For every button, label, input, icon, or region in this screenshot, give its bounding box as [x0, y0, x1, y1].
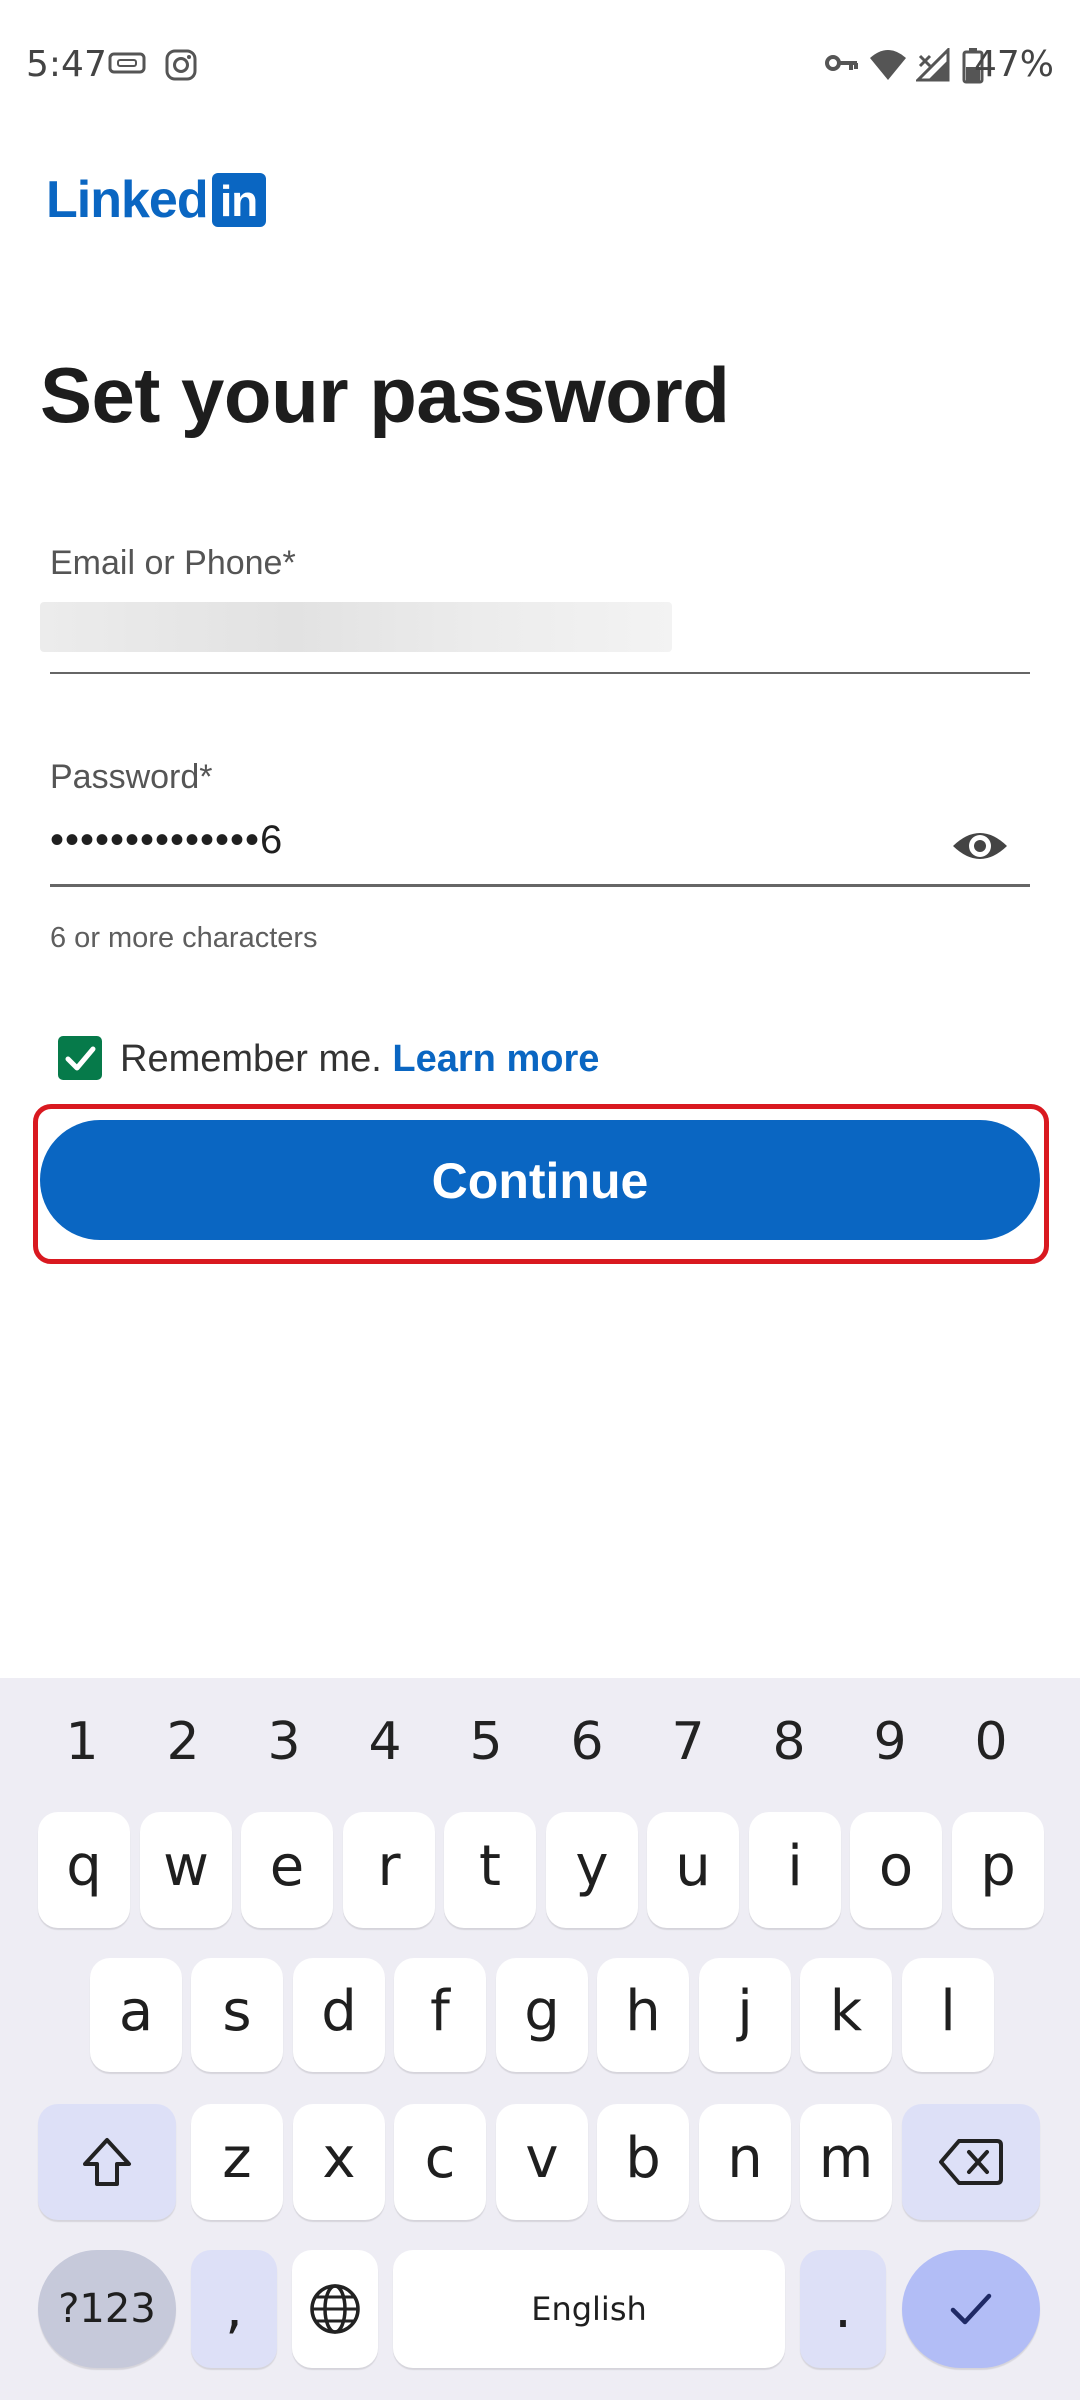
- email-label: Email or Phone*: [50, 544, 296, 582]
- key-b[interactable]: b: [597, 2104, 689, 2220]
- key-o[interactable]: o: [850, 1812, 942, 1928]
- email-underline: [50, 672, 1030, 674]
- key-r[interactable]: r: [343, 1812, 435, 1928]
- key-0[interactable]: 0: [951, 1712, 1031, 1772]
- key-v[interactable]: v: [496, 2104, 588, 2220]
- password-underline: [50, 884, 1030, 887]
- show-password-icon[interactable]: [950, 826, 1010, 871]
- symbols-key[interactable]: ?123: [38, 2250, 176, 2368]
- logo-wordmark: Linked: [46, 171, 209, 229]
- key-8[interactable]: 8: [749, 1712, 829, 1772]
- key-g[interactable]: g: [496, 1958, 588, 2072]
- remember-me-text: Remember me. Learn more: [120, 1038, 599, 1081]
- period-key[interactable]: .: [800, 2250, 886, 2368]
- key-icon: [824, 48, 860, 83]
- backspace-key[interactable]: [902, 2104, 1040, 2220]
- signal-icon: [914, 46, 950, 87]
- wifi-icon: [868, 48, 908, 87]
- enter-key[interactable]: [902, 2250, 1040, 2368]
- checkmark-icon: [950, 2293, 992, 2325]
- key-3[interactable]: 3: [244, 1712, 324, 1772]
- language-key[interactable]: [292, 2250, 378, 2368]
- key-x[interactable]: x: [293, 2104, 385, 2220]
- key-p[interactable]: p: [952, 1812, 1044, 1928]
- key-d[interactable]: d: [293, 1958, 385, 2072]
- key-y[interactable]: y: [546, 1812, 638, 1928]
- battery-percent: 47%: [973, 44, 1054, 85]
- password-field[interactable]: ••••••••••••••6: [50, 818, 283, 863]
- key-z[interactable]: z: [191, 2104, 283, 2220]
- key-h[interactable]: h: [597, 1958, 689, 2072]
- page-title: Set your password: [40, 351, 730, 439]
- backspace-icon: [939, 2139, 1003, 2185]
- continue-button[interactable]: Continue: [40, 1120, 1040, 1240]
- key-i[interactable]: i: [749, 1812, 841, 1928]
- password-helper-text: 6 or more characters: [50, 922, 318, 954]
- learn-more-link[interactable]: Learn more: [392, 1038, 599, 1080]
- key-9[interactable]: 9: [850, 1712, 930, 1772]
- key-k[interactable]: k: [800, 1958, 892, 2072]
- key-l[interactable]: l: [902, 1958, 994, 2072]
- key-4[interactable]: 4: [345, 1712, 425, 1772]
- key-f[interactable]: f: [394, 1958, 486, 2072]
- remember-me-label: Remember me.: [120, 1038, 382, 1080]
- password-label: Password*: [50, 758, 213, 796]
- remember-me-checkbox[interactable]: [58, 1036, 102, 1080]
- key-m[interactable]: m: [800, 2104, 892, 2220]
- key-7[interactable]: 7: [648, 1712, 728, 1772]
- key-n[interactable]: n: [699, 2104, 791, 2220]
- shift-icon: [83, 2138, 131, 2186]
- key-q[interactable]: q: [38, 1812, 130, 1928]
- linkedin-logo: Linked in: [46, 172, 266, 228]
- key-2[interactable]: 2: [143, 1712, 223, 1772]
- instagram-icon: [164, 48, 198, 87]
- key-5[interactable]: 5: [446, 1712, 526, 1772]
- key-e[interactable]: e: [241, 1812, 333, 1928]
- email-field[interactable]: [40, 602, 672, 652]
- globe-icon: [310, 2284, 360, 2334]
- key-1[interactable]: 1: [42, 1712, 122, 1772]
- key-6[interactable]: 6: [547, 1712, 627, 1772]
- shift-key[interactable]: [38, 2104, 176, 2220]
- logo-badge: in: [211, 173, 266, 227]
- key-a[interactable]: a: [90, 1958, 182, 2072]
- key-c[interactable]: c: [394, 2104, 486, 2220]
- comma-key[interactable]: ,: [191, 2250, 277, 2368]
- space-key[interactable]: English: [393, 2250, 785, 2368]
- ticket-icon: [108, 48, 146, 83]
- key-w[interactable]: w: [140, 1812, 232, 1928]
- status-time: 5:47: [26, 44, 107, 85]
- key-u[interactable]: u: [647, 1812, 739, 1928]
- key-t[interactable]: t: [444, 1812, 536, 1928]
- status-bar: 5:47 47%: [0, 0, 1080, 130]
- key-s[interactable]: s: [191, 1958, 283, 2072]
- key-j[interactable]: j: [699, 1958, 791, 2072]
